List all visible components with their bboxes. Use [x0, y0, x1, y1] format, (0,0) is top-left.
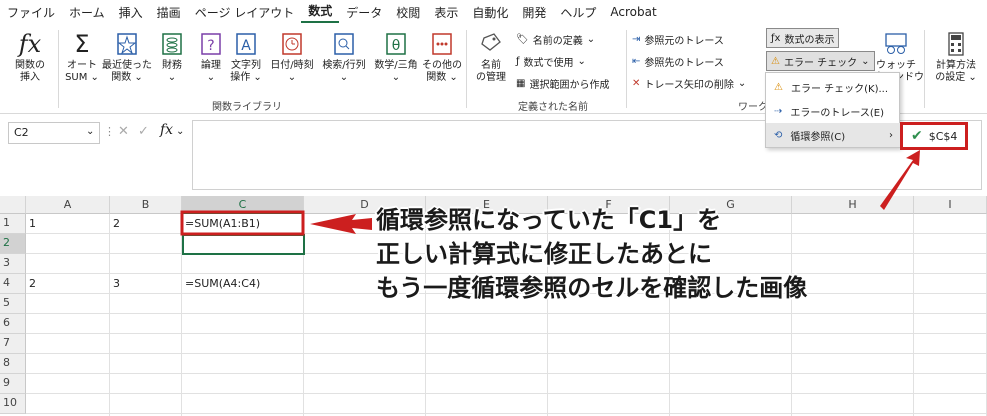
annotation-text: 循環参照になっていた「C1」を 正しい計算式に修正したあとに もう一度循環参照の…	[376, 203, 807, 305]
arrow-to-submenu	[880, 150, 920, 210]
annotation-line-1: 循環参照になっていた「C1」を	[376, 206, 722, 234]
annotation-line-2: 正しい計算式に修正したあとに	[376, 240, 712, 268]
c1-highlight-box	[180, 210, 305, 236]
arrow-to-c1	[310, 214, 372, 234]
annotation-line-3: もう一度循環参照のセルを確認した画像	[376, 274, 808, 302]
